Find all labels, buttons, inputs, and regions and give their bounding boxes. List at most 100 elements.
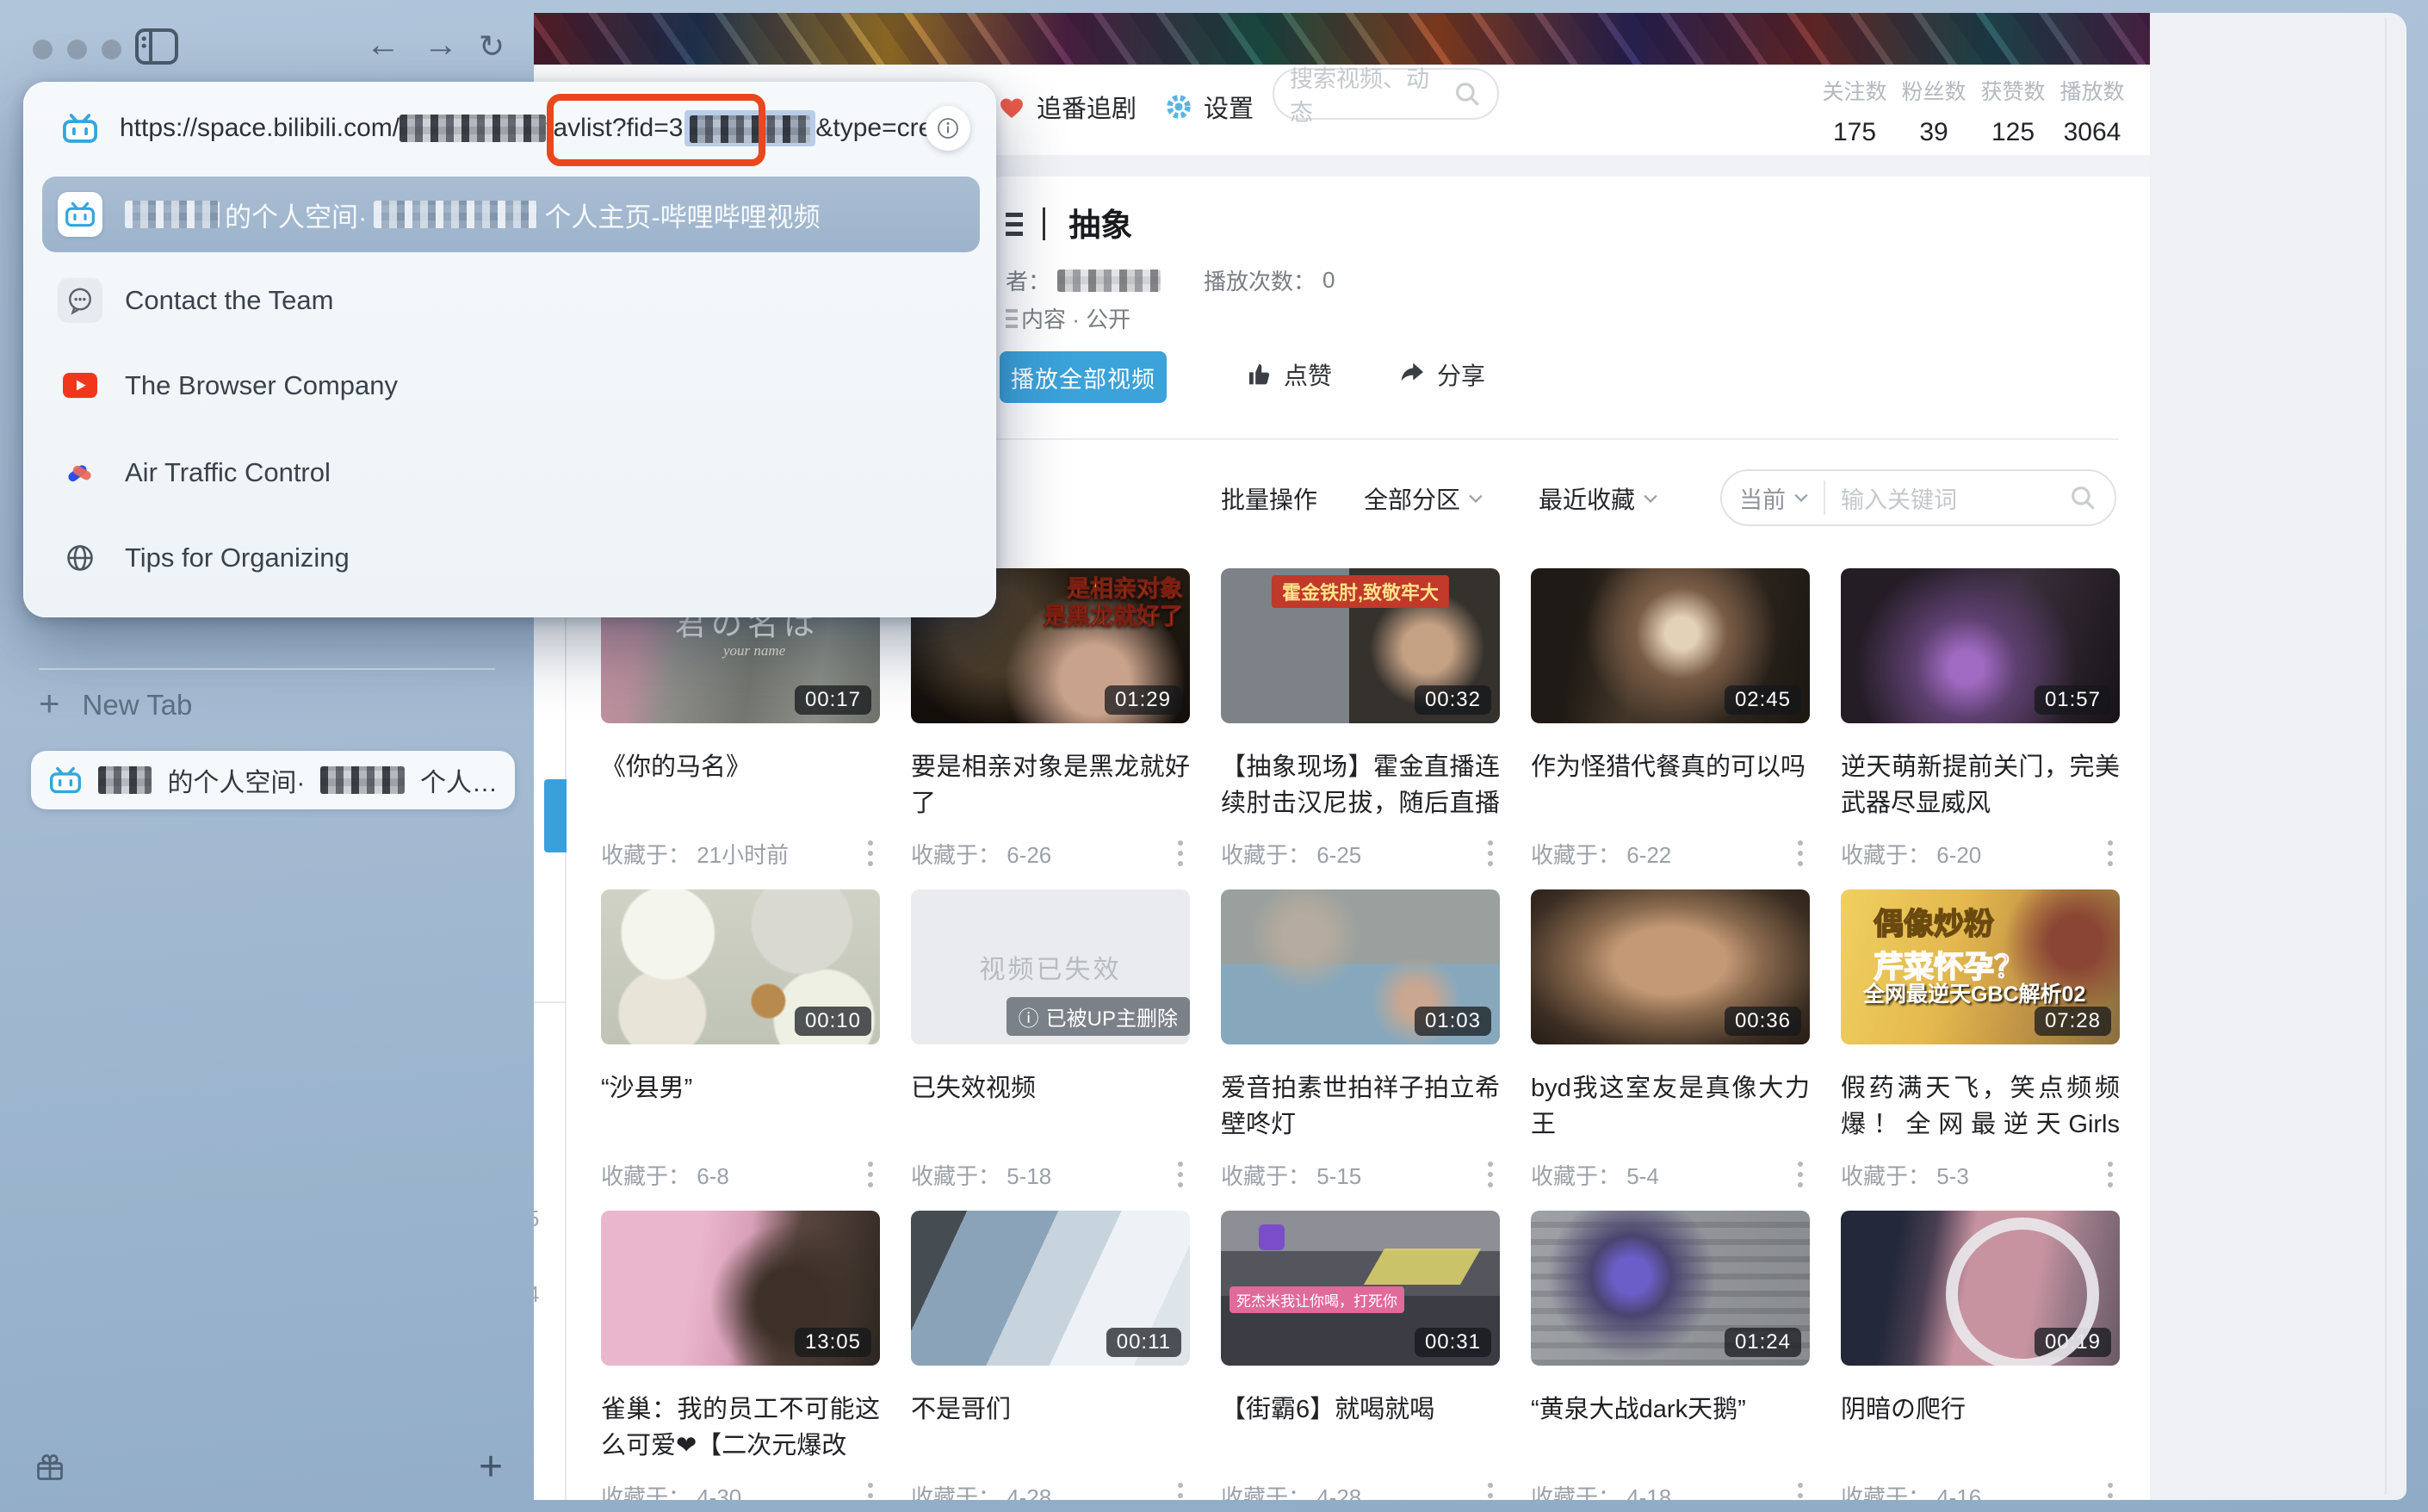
url-bar[interactable]: https://space.bilibili.com/favlist?fid=3… <box>23 82 996 175</box>
more-menu-icon[interactable] <box>1791 837 1810 870</box>
url-text[interactable]: https://space.bilibili.com/favlist?fid=3… <box>120 110 969 146</box>
video-thumbnail[interactable]: 00:19 <box>1841 1211 2120 1366</box>
video-thumbnail[interactable]: 00:36 <box>1531 889 1810 1044</box>
video-title[interactable]: 不是哥们 <box>911 1391 1190 1464</box>
redacted-creator <box>1057 270 1161 292</box>
video-thumbnail[interactable]: 01:57 <box>1841 568 2120 723</box>
video-card[interactable]: 01:03 爱音拍素世拍祥子拍立希壁咚灯 收藏于： 5-15 <box>1221 889 1500 1211</box>
suggestion-air-traffic-control[interactable]: Air Traffic Control <box>42 435 980 511</box>
video-card[interactable]: 01:57 逆天萌新提前关门，完美武器尽显威风 收藏于： 6-20 <box>1841 568 2120 889</box>
add-space-icon[interactable]: + <box>479 1447 503 1488</box>
more-menu-icon[interactable] <box>1171 1158 1190 1191</box>
zoom-window-icon[interactable] <box>102 40 121 59</box>
more-menu-icon[interactable] <box>2101 1158 2120 1191</box>
share-button[interactable]: 分享 <box>1399 357 1485 392</box>
video-title[interactable]: byd我这室友是真像大力王 <box>1531 1070 1810 1143</box>
reload-icon[interactable]: ↻ <box>479 28 505 65</box>
stat-followers[interactable]: 粉丝数39 <box>1894 75 1973 147</box>
video-title[interactable]: 【抽象现场】霍金直播连续肘击汉尼拔，随后直播间被封 <box>1221 749 1500 821</box>
forward-icon[interactable]: → <box>424 26 458 65</box>
video-card[interactable]: 01:24 “黄泉大战dark天鹅” 收藏于： 4-18 <box>1531 1211 1810 1500</box>
video-thumbnail[interactable]: 00:10 <box>601 889 880 1044</box>
keyword-search[interactable]: 当前 输入关键词 <box>1720 469 2116 526</box>
bilibili-icon <box>61 112 99 145</box>
play-all-button[interactable]: 播放全部视频 <box>1000 351 1167 403</box>
video-card[interactable]: 00:19 阴暗の爬行 收藏于： 4-16 <box>1841 1211 2120 1500</box>
search-icon[interactable] <box>2068 483 2097 512</box>
batch-operation-button[interactable]: 批量操作 <box>1221 481 1317 516</box>
video-title[interactable]: “黄泉大战dark天鹅” <box>1531 1391 1810 1464</box>
search-icon[interactable] <box>1452 79 1482 108</box>
video-title[interactable]: 逆天萌新提前关门，完美武器尽显威风 <box>1841 749 2120 821</box>
video-card[interactable]: 偶像炒粉 芹菜怀孕？ 全网最逆天GBC解析02 07:28 假药满天飞，笑点频频… <box>1841 889 2120 1211</box>
gift-icon[interactable] <box>34 1452 65 1483</box>
video-thumbnail[interactable]: 霍金铁肘,致敬牢大 00:32 <box>1221 568 1500 723</box>
video-title[interactable]: 《你的马名》 <box>601 749 880 821</box>
arc-strokes-icon <box>58 450 102 495</box>
more-menu-icon[interactable] <box>1791 1479 1810 1500</box>
suggestion-contact-team[interactable]: Contact the Team <box>42 263 980 338</box>
video-card[interactable]: 00:36 byd我这室友是真像大力王 收藏于： 5-4 <box>1531 889 1810 1211</box>
more-menu-icon[interactable] <box>861 1158 880 1191</box>
sort-dropdown[interactable]: 最近收藏 <box>1539 481 1657 516</box>
new-tab-button[interactable]: + New Tab <box>39 689 192 722</box>
close-window-icon[interactable] <box>33 40 53 59</box>
like-button[interactable]: 点赞 <box>1246 357 1332 392</box>
video-card[interactable]: 02:45 作为怪猎代餐真的可以吗 收藏于： 6-22 <box>1531 568 1810 889</box>
video-card[interactable]: 00:11 不是哥们 收藏于： 4-28 <box>911 1211 1190 1500</box>
video-thumbnail[interactable]: 偶像炒粉 芹菜怀孕？ 全网最逆天GBC解析02 07:28 <box>1841 889 2120 1044</box>
suggestion-tips-organizing[interactable]: Tips for Organizing <box>42 520 980 596</box>
video-title[interactable]: “沙县男” <box>601 1070 880 1143</box>
video-thumbnail[interactable]: 01:03 <box>1221 889 1500 1044</box>
space-search-input[interactable]: 搜索视频、动态 <box>1273 68 1499 120</box>
stat-likes[interactable]: 获赞数125 <box>1973 75 2053 147</box>
stat-following[interactable]: 关注数175 <box>1815 75 1894 147</box>
nav-settings[interactable]: 设置 <box>1164 89 1254 125</box>
stat-plays[interactable]: 播放数3064 <box>2053 75 2132 147</box>
video-thumbnail[interactable]: 死杰米我让你喝，打死你 00:31 <box>1221 1211 1500 1366</box>
suggestion-label: Contact the Team <box>125 285 333 316</box>
suggestion-browser-company[interactable]: The Browser Company <box>42 348 980 424</box>
minimize-window-icon[interactable] <box>67 40 87 59</box>
video-thumbnail[interactable]: 13:05 <box>601 1211 880 1366</box>
video-thumbnail[interactable]: 00:11 <box>911 1211 1190 1366</box>
more-menu-icon[interactable] <box>1791 1158 1810 1191</box>
tab-title-part1: 的个人空间· <box>167 761 305 799</box>
more-menu-icon[interactable] <box>2101 837 2120 870</box>
video-title[interactable]: 已失效视频 <box>911 1070 1190 1143</box>
video-title[interactable]: 假药满天飞，笑点频频爆！全网最逆天Girls Band Cry解析 <box>1841 1070 2120 1143</box>
video-title[interactable]: 作为怪猎代餐真的可以吗 <box>1531 749 1810 821</box>
more-menu-icon[interactable] <box>861 837 880 870</box>
nav-bangumi[interactable]: 追番追剧 <box>997 89 1137 125</box>
more-menu-icon[interactable] <box>2101 1479 2120 1500</box>
video-card[interactable]: 13:05 雀巢：我的员工不可能这么可爱❤【二次元爆改 收藏于： 4-30 <box>601 1211 880 1500</box>
scrollbar[interactable] <box>2385 18 2387 1495</box>
more-menu-icon[interactable] <box>1481 1158 1500 1191</box>
active-tab[interactable]: 的个人空间· 个人… <box>31 751 515 809</box>
category-dropdown[interactable]: 全部分区 <box>1364 481 1483 516</box>
more-menu-icon[interactable] <box>1171 1479 1190 1500</box>
video-card[interactable]: 00:10 “沙县男” 收藏于： 6-8 <box>601 889 880 1211</box>
thumbnail-text: 死杰米我让你喝，打死你 <box>1229 1286 1404 1313</box>
more-menu-icon[interactable] <box>1481 1479 1500 1500</box>
video-card[interactable]: 死杰米我让你喝，打死你 00:31 【街霸6】就喝就喝 收藏于： 4-28 <box>1221 1211 1500 1500</box>
video-thumbnail[interactable]: 视频已失效 ⓘ已被UP主删除 <box>911 889 1190 1044</box>
video-card[interactable]: 视频已失效 ⓘ已被UP主删除 已失效视频 收藏于： 5-18 <box>911 889 1190 1211</box>
more-menu-icon[interactable] <box>1481 837 1500 870</box>
video-title[interactable]: 【街霸6】就喝就喝 <box>1221 1391 1500 1464</box>
more-menu-icon[interactable] <box>1171 837 1190 870</box>
info-icon[interactable] <box>926 106 970 151</box>
video-title[interactable]: 雀巢：我的员工不可能这么可爱❤【二次元爆改 <box>601 1391 880 1464</box>
video-card[interactable]: 霍金铁肘,致敬牢大 00:32 【抽象现场】霍金直播连续肘击汉尼拔，随后直播间被… <box>1221 568 1500 889</box>
scope-dropdown[interactable]: 当前 <box>1739 481 1808 515</box>
suggestion-current-tab[interactable]: 的个人空间·个人主页-哔哩哔哩视频 <box>42 177 980 252</box>
back-icon[interactable]: ← <box>366 26 400 65</box>
video-title[interactable]: 阴暗の爬行 <box>1841 1391 2120 1464</box>
video-thumbnail[interactable]: 01:24 <box>1531 1211 1810 1366</box>
toggle-sidebar-icon[interactable] <box>134 28 179 65</box>
more-menu-icon[interactable] <box>861 1479 880 1500</box>
video-title[interactable]: 爱音拍素世拍祥子拍立希壁咚灯 <box>1221 1070 1500 1143</box>
video-title[interactable]: 要是相亲对象是黑龙就好了 <box>911 749 1190 821</box>
video-thumbnail[interactable]: 02:45 <box>1531 568 1810 723</box>
window-controls[interactable] <box>33 40 121 59</box>
